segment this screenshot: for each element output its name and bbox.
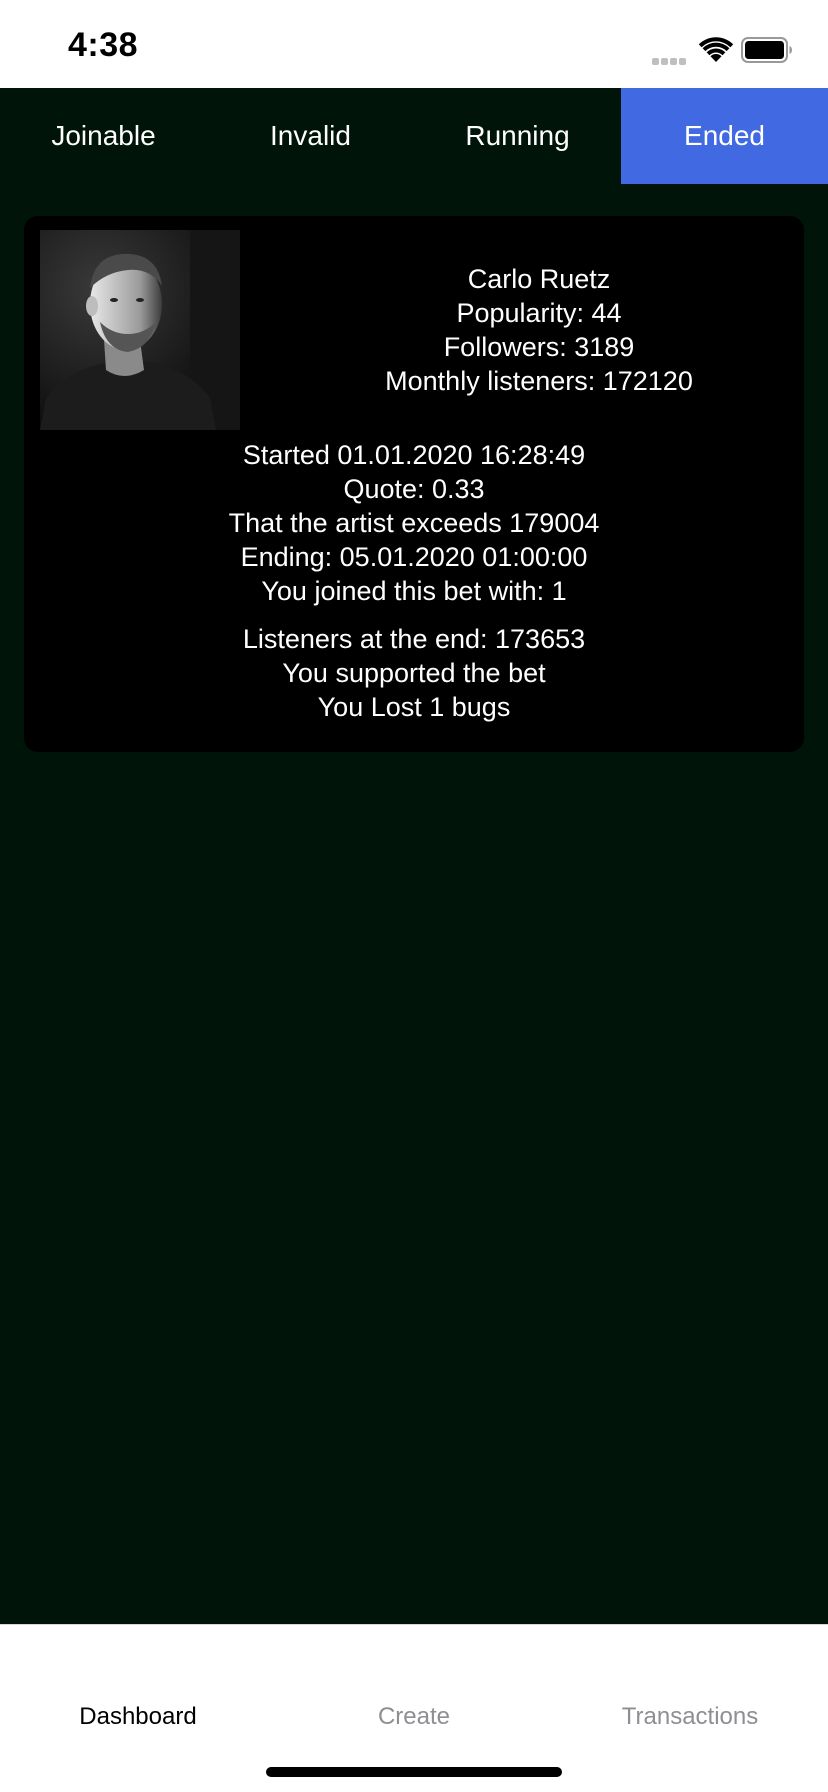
artist-monthly-listeners: Monthly listeners: 172120 — [385, 366, 693, 396]
bet-card[interactable]: Carlo Ruetz Popularity: 44 Followers: 31… — [24, 216, 804, 752]
app-screen: 4:38 Joinable Invalid Running Ended Carl… — [0, 0, 828, 1792]
bet-support-status: You supported the bet — [282, 658, 546, 688]
battery-icon — [741, 37, 792, 63]
bet-quote: Quote: 0.33 — [343, 474, 485, 504]
artist-popularity: Popularity: 44 — [456, 298, 622, 328]
cellular-signal-icon — [652, 52, 690, 65]
home-indicator — [266, 1767, 562, 1777]
bet-result: Listeners at the end: 173653 You support… — [24, 622, 804, 724]
artist-info: Carlo Ruetz Popularity: 44 Followers: 31… — [274, 262, 804, 398]
tab-running[interactable]: Running — [414, 88, 621, 184]
bottom-navigation: Dashboard Create Transactions — [0, 1624, 828, 1792]
wifi-icon — [698, 37, 734, 62]
nav-dashboard[interactable]: Dashboard — [0, 1703, 276, 1731]
artist-photo — [40, 230, 240, 430]
nav-create[interactable]: Create — [276, 1703, 552, 1731]
tab-invalid[interactable]: Invalid — [207, 88, 414, 184]
status-time: 4:38 — [68, 26, 139, 64]
bet-outcome: You Lost 1 bugs — [317, 692, 511, 722]
bet-status-tabs: Joinable Invalid Running Ended — [0, 88, 828, 184]
artist-name: Carlo Ruetz — [467, 264, 611, 294]
status-bar: 4:38 — [0, 0, 828, 88]
artist-followers: Followers: 3189 — [443, 332, 635, 362]
nav-transactions[interactable]: Transactions — [552, 1703, 828, 1731]
bet-ending: Ending: 05.01.2020 01:00:00 — [240, 542, 588, 572]
tab-ended[interactable]: Ended — [621, 88, 828, 184]
bet-started: Started 01.01.2020 16:28:49 — [242, 440, 586, 470]
bet-details: Started 01.01.2020 16:28:49 Quote: 0.33 … — [24, 438, 804, 608]
bet-joined-with: You joined this bet with: 1 — [261, 576, 567, 606]
bet-condition: That the artist exceeds 179004 — [228, 508, 600, 538]
listeners-at-end: Listeners at the end: 173653 — [242, 624, 586, 654]
tab-joinable[interactable]: Joinable — [0, 88, 207, 184]
